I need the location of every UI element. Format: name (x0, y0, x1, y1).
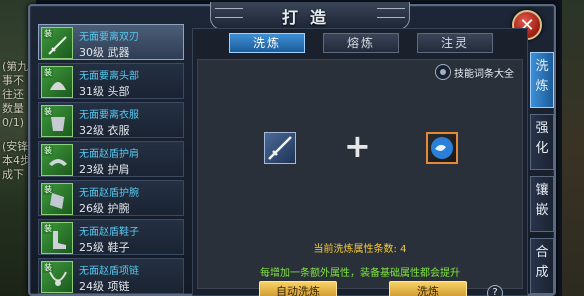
equipment-slot[interactable] (264, 132, 296, 164)
bracer-icon: 装 (41, 183, 73, 215)
plus-icon: + (344, 127, 371, 165)
quest-text-7: 本4步 (2, 154, 31, 167)
quest-text-2: 事不 (2, 74, 24, 87)
title-ornament-right (377, 8, 405, 18)
item-name: 无面赵盾护肩 (79, 149, 139, 160)
refine-stone-icon (431, 137, 453, 159)
skill-list-link[interactable]: 技能词条大全 (435, 64, 514, 80)
item-name: 无面赵盾项链 (79, 266, 139, 277)
item-level: 30级 武器 (79, 46, 130, 59)
sword-icon: 装 (41, 27, 73, 59)
quest-text-5: 0/1) (2, 116, 24, 129)
item-level: 25级 鞋子 (79, 241, 130, 254)
quest-text-4: 数量 (2, 102, 24, 115)
tab-infuse[interactable]: 注灵 (417, 33, 493, 53)
tab-bar: 洗炼 熔炼 注灵 (193, 29, 529, 55)
equipment-item[interactable]: 装 无面要离双刃 30级 武器 (38, 24, 184, 60)
side-tab-combine[interactable]: 合成 (530, 238, 554, 294)
refine-hint: 每增加一条额外属性，装备基础属性都会提升 (260, 268, 460, 279)
craft-area: 技能词条大全 + 当前洗炼属性条数: 4 每增加一条额外属性，装备基础属性都会提… (197, 59, 523, 289)
quest-text-1: (第九 (2, 60, 29, 73)
necklace-icon: 装 (41, 261, 73, 293)
forge-panel: 洗炼 熔炼 注灵 技能词条大全 + 当前洗炼属性条数: 4 每增加一条额外属性，… (192, 28, 528, 296)
item-name: 无面赵盾护腕 (79, 188, 139, 199)
item-level: 26级 护腕 (79, 202, 130, 215)
game-world-right (562, 0, 584, 296)
quest-text-6: (安锋 (2, 140, 29, 153)
equipment-item[interactable]: 装 无面赵盾项链 24级 项链 (38, 258, 184, 294)
armor-icon: 装 (41, 105, 73, 137)
boots-icon: 装 (41, 222, 73, 254)
equipment-item[interactable]: 装 无面要离头部 31级 头部 (38, 63, 184, 99)
tab-refine[interactable]: 洗炼 (229, 33, 305, 53)
helmet-icon: 装 (41, 66, 73, 98)
item-name: 无面赵盾鞋子 (79, 227, 139, 238)
sword-icon (268, 136, 292, 160)
help-icon[interactable]: ? (487, 285, 503, 296)
auto-refine-button[interactable]: 自动洗炼 (259, 281, 337, 296)
tab-smelt[interactable]: 熔炼 (323, 33, 399, 53)
item-level: 23级 护肩 (79, 163, 130, 176)
quest-text-3: 往还 (2, 88, 24, 101)
material-slot[interactable] (426, 132, 458, 164)
side-tabs: 洗炼 强化 镶嵌 合成 (530, 52, 554, 296)
equipment-list: 装 无面要离双刃 30级 武器 装 无面要离头部 31级 头部 装 无面要离衣服… (38, 24, 186, 296)
skill-list-label: 技能词条大全 (454, 68, 514, 80)
equipment-item[interactable]: 装 无面要离衣服 32级 衣服 (38, 102, 184, 138)
side-tab-inlay[interactable]: 镶嵌 (530, 176, 554, 232)
item-level: 24级 项链 (79, 280, 130, 293)
equipment-item[interactable]: 装 无面赵盾鞋子 25级 鞋子 (38, 219, 184, 255)
item-name: 无面要离衣服 (79, 110, 139, 121)
equipment-item[interactable]: 装 无面赵盾护肩 23级 护肩 (38, 141, 184, 177)
attribute-count: 当前洗炼属性条数: 4 (313, 244, 407, 255)
item-name: 无面要离头部 (79, 71, 139, 82)
title-bar: 打造 (210, 2, 410, 30)
quest-text-8: 成下 (2, 168, 24, 181)
item-level: 32级 衣服 (79, 124, 130, 137)
item-level: 31级 头部 (79, 85, 130, 98)
shoulder-icon: 装 (41, 144, 73, 176)
equipment-item[interactable]: 装 无面赵盾护腕 26级 护腕 (38, 180, 184, 216)
side-tab-refine[interactable]: 洗炼 (530, 52, 554, 108)
item-name: 无面要离双刃 (79, 32, 139, 43)
side-tab-enhance[interactable]: 强化 (530, 114, 554, 170)
refine-button[interactable]: 洗炼 (389, 281, 467, 296)
eye-icon (435, 64, 451, 80)
